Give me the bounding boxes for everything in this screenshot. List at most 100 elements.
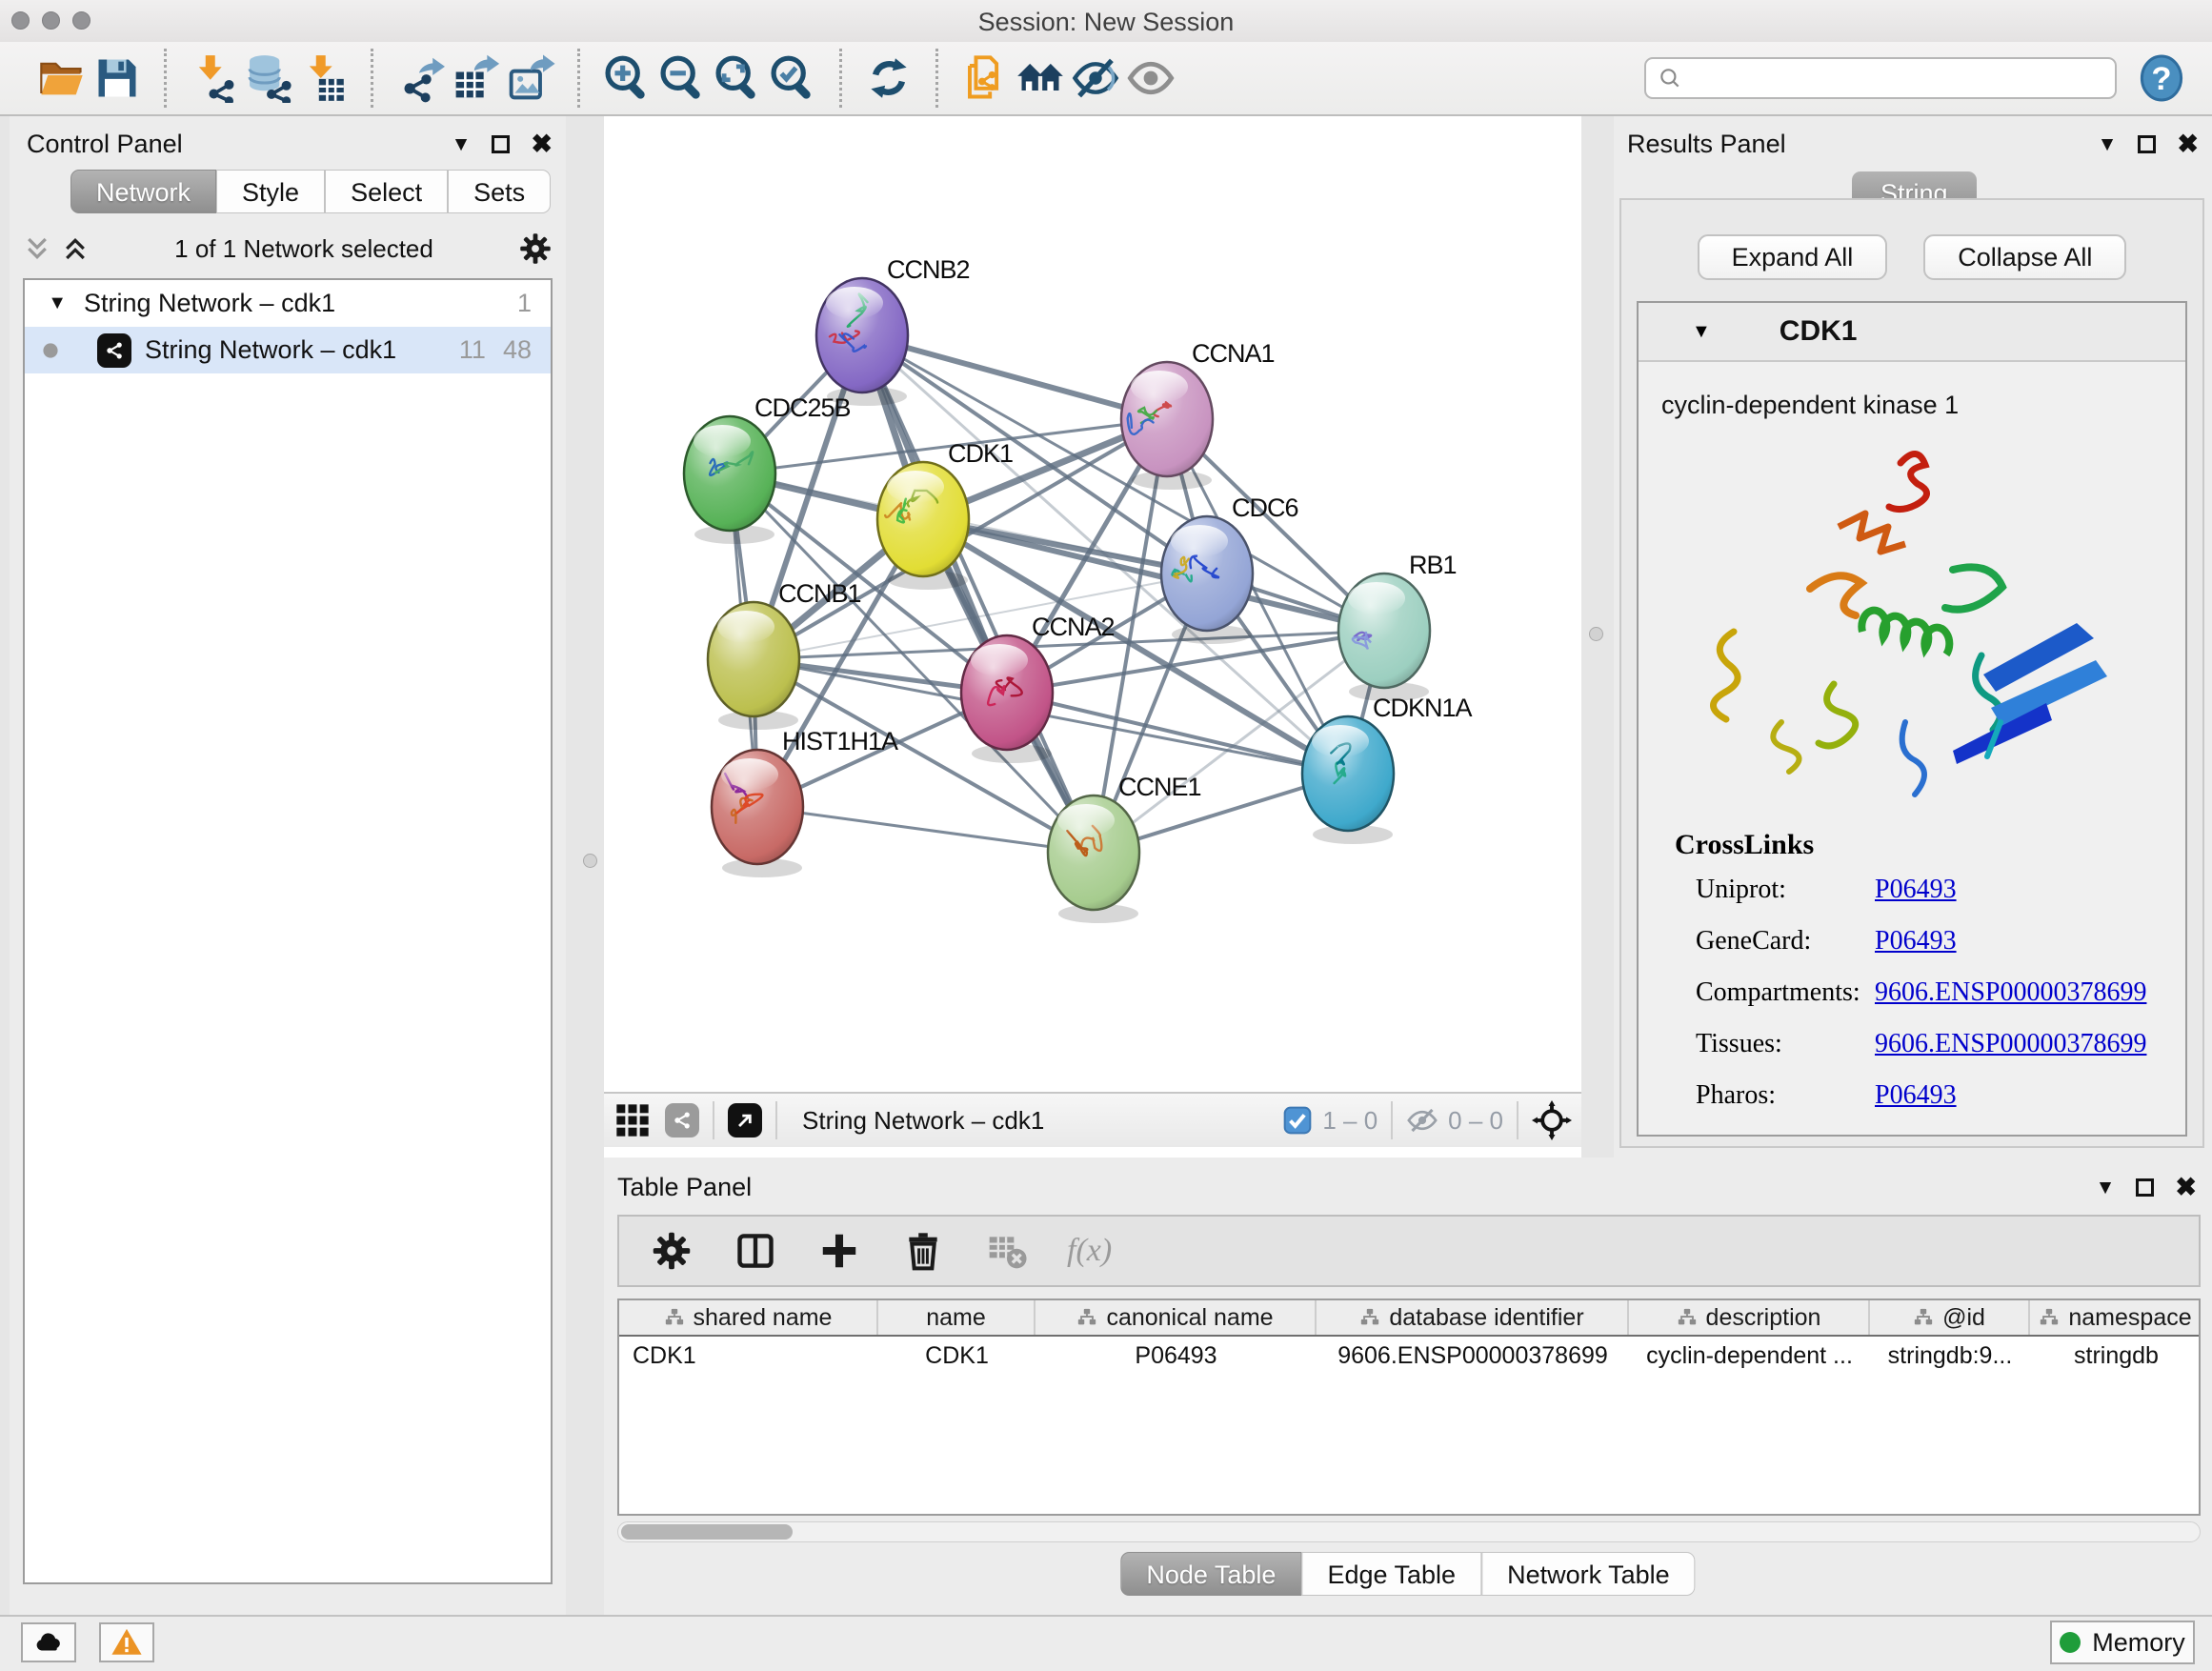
panel-close-icon[interactable]: ✖ <box>2175 1175 2197 1200</box>
expand-all-button[interactable]: Expand All <box>1698 234 1888 280</box>
panel-close-icon[interactable]: ✖ <box>531 131 553 157</box>
network-view-toolbar: String Network – cdk1 1 – 0 0 – 0 <box>604 1092 1581 1147</box>
expand-all-icon[interactable] <box>61 234 90 263</box>
tab-sets[interactable]: Sets <box>448 170 551 213</box>
zoom-out-button[interactable] <box>654 48 710 109</box>
select-columns-button[interactable] <box>732 1224 779 1278</box>
network-edge-CCNA2-CDKN1A[interactable] <box>1007 693 1348 774</box>
clone-network-button[interactable] <box>957 48 1013 109</box>
crosslink-value-link[interactable]: P06493 <box>1875 926 1957 964</box>
crosslink-value-link[interactable]: 9606.ENSP00000378699 <box>1875 1029 2146 1067</box>
export-image-button[interactable] <box>503 48 558 109</box>
import-network-database-button[interactable] <box>241 48 296 109</box>
tab-style[interactable]: Style <box>216 170 325 213</box>
network-node-CDKN1A[interactable] <box>1302 716 1394 844</box>
network-edge-HIST1H1A-CCNE1[interactable] <box>757 807 1094 853</box>
delete-column-button[interactable] <box>899 1224 947 1278</box>
panel-close-icon[interactable]: ✖ <box>2177 131 2199 157</box>
collapse-all-icon[interactable] <box>23 234 51 263</box>
selected-checkbox-icon[interactable] <box>1282 1105 1313 1136</box>
table-row[interactable]: CDK1CDK1P064939606.ENSP00000378699cyclin… <box>619 1337 2199 1375</box>
tab-select[interactable]: Select <box>325 170 448 213</box>
hide-selected-button[interactable] <box>1068 48 1123 109</box>
network-node-CCNE1[interactable] <box>1048 795 1139 923</box>
network-node-CDC25B[interactable] <box>684 416 775 544</box>
separator <box>775 1101 777 1139</box>
zoom-fit-button[interactable] <box>710 48 765 109</box>
refresh-view-button[interactable] <box>861 48 916 109</box>
tab-edge-table[interactable]: Edge Table <box>1301 1552 1481 1596</box>
panel-float-icon[interactable] <box>2138 135 2156 153</box>
column-header-shared-name[interactable]: shared name <box>619 1300 878 1335</box>
cloud-button[interactable] <box>21 1622 76 1662</box>
import-network-file-button[interactable] <box>186 48 241 109</box>
crosslink-value-link[interactable]: 9606.ENSP00000378699 <box>1875 977 2146 1016</box>
network-collection-row[interactable]: ▼ String Network – cdk1 1 <box>25 280 551 327</box>
collapse-all-button[interactable]: Collapse All <box>1923 234 2126 280</box>
function-builder-button[interactable]: f(x) <box>1067 1224 1112 1278</box>
column-header--id[interactable]: @id <box>1870 1300 2030 1335</box>
warnings-button[interactable] <box>99 1622 154 1662</box>
network-canvas[interactable]: CCNB2CCNA1CDC25BCDK1CDC6RB1CCNB1CCNA2CDK… <box>604 116 1581 1092</box>
hidden-eye-icon[interactable] <box>1406 1104 1438 1137</box>
network-icon-gray[interactable] <box>665 1103 699 1137</box>
network-node-RB1[interactable] <box>1338 574 1430 701</box>
column-header-name[interactable]: name <box>878 1300 1036 1335</box>
panel-float-icon[interactable] <box>2136 1178 2154 1197</box>
eye-slash-icon <box>1071 53 1120 103</box>
panel-menu-icon[interactable]: ▼ <box>2096 1178 2116 1198</box>
table-toolbar: f(x) <box>617 1215 2201 1287</box>
scrollbar-thumb[interactable] <box>621 1524 793 1540</box>
zoom-selected-button[interactable] <box>765 48 820 109</box>
column-header-namespace[interactable]: namespace <box>2030 1300 2201 1335</box>
crosslink-value-link[interactable]: P06493 <box>1875 1080 1957 1118</box>
export-table-button[interactable] <box>448 48 503 109</box>
open-session-button[interactable] <box>34 48 90 109</box>
right-splitter-handle[interactable] <box>1589 627 1603 641</box>
crosslink-label: Uniprot: <box>1696 875 1875 913</box>
import-table-button[interactable] <box>296 48 352 109</box>
left-splitter-handle[interactable] <box>583 854 597 868</box>
pan-crosshair-icon[interactable] <box>1532 1100 1572 1140</box>
network-node-HIST1H1A[interactable] <box>712 750 803 877</box>
help-button[interactable]: ? <box>2134 48 2189 109</box>
tree-expander-icon[interactable]: ▼ <box>25 292 67 314</box>
grid-view-icon[interactable] <box>613 1101 652 1139</box>
first-neighbors-button[interactable] <box>1013 48 1068 109</box>
search-field[interactable] <box>1644 57 2117 99</box>
crosslink-value-link[interactable]: P06493 <box>1875 875 1957 913</box>
tab-network-table[interactable]: Network Table <box>1481 1552 1696 1596</box>
show-all-button[interactable] <box>1123 48 1178 109</box>
shared-column-icon <box>1359 1307 1380 1328</box>
network-node-CCNB2[interactable] <box>816 278 908 406</box>
network-row[interactable]: String Network – cdk1 11 48 <box>25 327 551 373</box>
tab-network[interactable]: Network <box>70 170 216 213</box>
horizontal-scrollbar[interactable] <box>617 1521 2201 1542</box>
tab-node-table[interactable]: Node Table <box>1120 1552 1301 1596</box>
delete-table-button[interactable] <box>983 1224 1031 1278</box>
column-header-canonical-name[interactable]: canonical name <box>1036 1300 1317 1335</box>
table-settings-button[interactable] <box>648 1224 695 1278</box>
node-label-CCNB2: CCNB2 <box>887 255 970 284</box>
network-node-CCNB1[interactable] <box>708 602 799 730</box>
open-in-new-window-button[interactable] <box>728 1103 762 1137</box>
section-expander-icon[interactable]: ▼ <box>1692 321 1711 343</box>
zoom-in-button[interactable] <box>599 48 654 109</box>
panel-menu-icon[interactable]: ▼ <box>2098 134 2118 154</box>
search-input[interactable] <box>1690 64 2103 92</box>
open-folder-icon <box>37 53 87 103</box>
gear-icon[interactable] <box>518 232 553 266</box>
node-label-CCNA2: CCNA2 <box>1032 613 1115 641</box>
memory-button[interactable]: Memory <box>2050 1621 2195 1664</box>
node-table[interactable]: shared namenamecanonical namedatabase id… <box>617 1299 2201 1516</box>
save-session-button[interactable] <box>90 48 145 109</box>
panel-menu-icon[interactable]: ▼ <box>452 134 472 154</box>
gene-section-header[interactable]: ▼ CDK1 <box>1639 303 2185 362</box>
add-column-button[interactable] <box>815 1224 863 1278</box>
network-node-CDC6[interactable] <box>1161 516 1253 644</box>
column-header-database-identifier[interactable]: database identifier <box>1317 1300 1629 1335</box>
column-header-description[interactable]: description <box>1629 1300 1870 1335</box>
panel-float-icon[interactable] <box>492 135 510 153</box>
network-edge-CCNB2-CCNE1[interactable] <box>862 335 1094 853</box>
export-network-button[interactable] <box>392 48 448 109</box>
